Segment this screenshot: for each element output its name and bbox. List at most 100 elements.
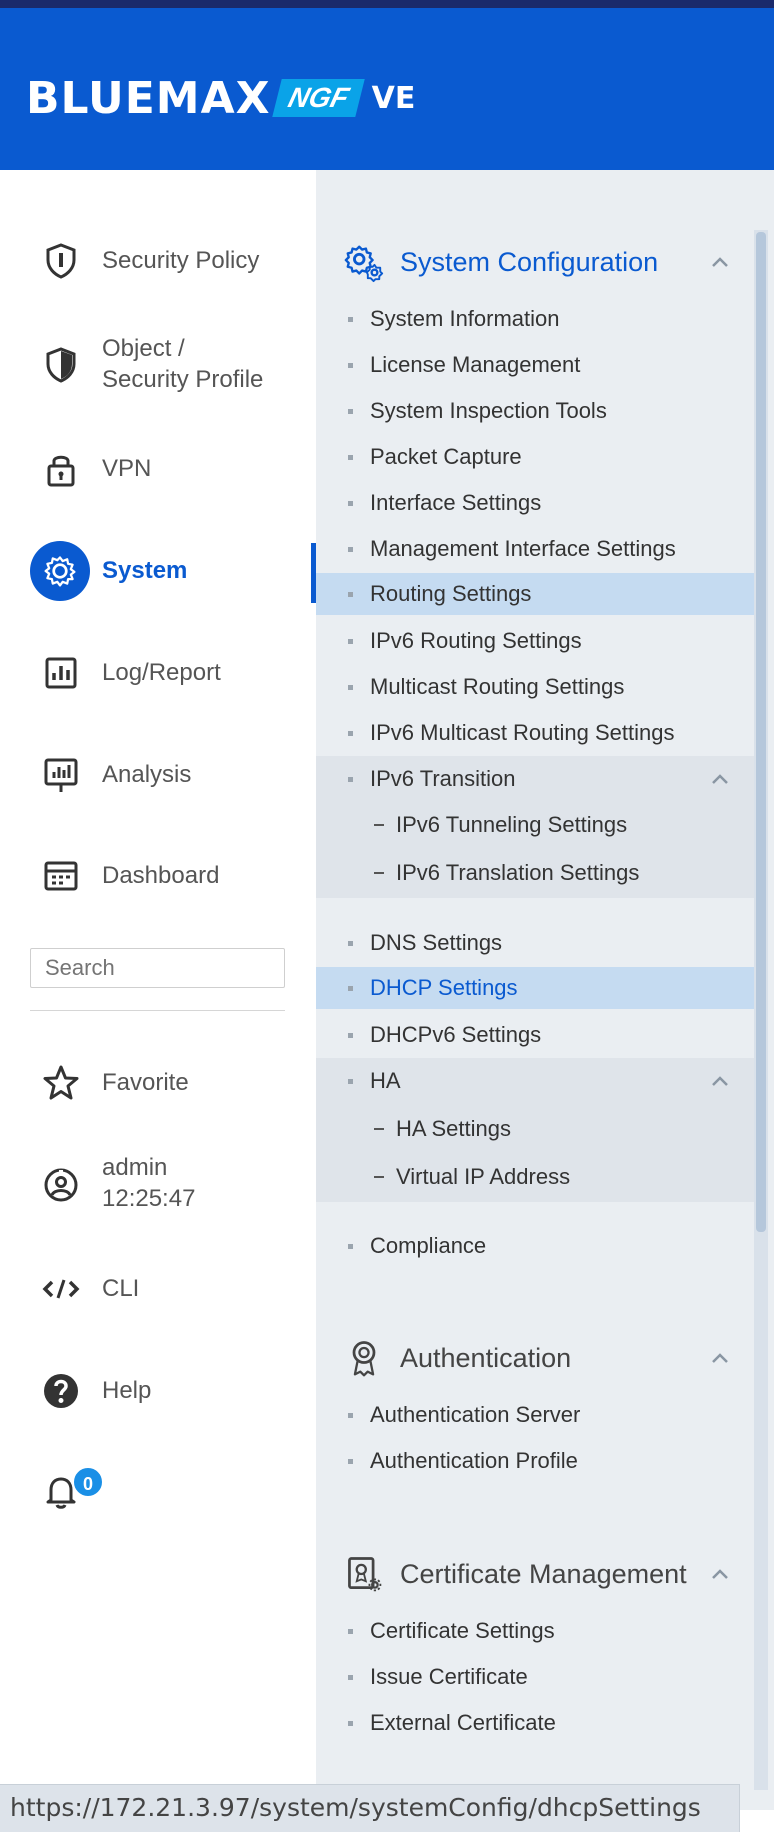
- bullet: [348, 591, 353, 597]
- menu-label: DHCP Settings: [370, 975, 518, 1000]
- menu-label: External Certificate: [370, 1710, 556, 1735]
- menu-authentication-server[interactable]: Authentication Server: [316, 1394, 754, 1436]
- nav-dashboard[interactable]: Dashboard: [0, 851, 316, 901]
- code-icon: [38, 1266, 84, 1312]
- menu-ipv6-multicast-routing-settings[interactable]: IPv6 Multicast Routing Settings: [316, 712, 754, 754]
- app-header: BLUEMAX NGF VE: [0, 8, 774, 170]
- left-nav: Security Policy Object / Security Profil…: [0, 170, 316, 1810]
- menu-label: System Inspection Tools: [370, 398, 607, 423]
- menu-certificate-settings[interactable]: Certificate Settings: [316, 1610, 754, 1652]
- chevron-up-icon[interactable]: [708, 1562, 732, 1586]
- menu-interface-settings[interactable]: Interface Settings: [316, 482, 754, 524]
- section-title-certificate-management: Certificate Management: [400, 1558, 687, 1589]
- nav-favorite[interactable]: Favorite: [0, 1058, 316, 1108]
- lock-icon: [38, 446, 84, 492]
- menu-system-information[interactable]: System Information: [316, 298, 754, 340]
- menu-compliance[interactable]: Compliance: [316, 1225, 754, 1267]
- nav-label-system: System: [102, 557, 188, 584]
- nav-help[interactable]: Help: [0, 1366, 316, 1416]
- nav-label-analysis: Analysis: [102, 761, 192, 788]
- bullet: [348, 1032, 353, 1038]
- nav-label-favorite: Favorite: [102, 1069, 189, 1096]
- bullet: [348, 1628, 353, 1634]
- menu-ipv6-transition[interactable]: IPv6 Transition: [316, 758, 754, 800]
- menu-system-inspection-tools[interactable]: System Inspection Tools: [316, 390, 754, 432]
- nav-user-account[interactable]: admin 12:25:47: [0, 1150, 316, 1220]
- submenu-ha-settings[interactable]: HA Settings: [316, 1106, 754, 1152]
- divider: [30, 1010, 285, 1011]
- nav-log-report[interactable]: Log/Report: [0, 648, 316, 698]
- bullet: [348, 638, 353, 644]
- brand-name: BLUEMAX: [26, 72, 271, 124]
- chevron-up-icon[interactable]: [708, 1346, 732, 1370]
- menu-label: IPv6 Routing Settings: [370, 628, 582, 653]
- nav-vpn[interactable]: VPN: [0, 444, 316, 494]
- menu-packet-capture[interactable]: Packet Capture: [316, 436, 754, 478]
- brand-logo[interactable]: BLUEMAX NGF VE: [26, 68, 415, 128]
- menu-authentication-profile[interactable]: Authentication Profile: [316, 1440, 754, 1482]
- nav-cli[interactable]: CLI: [0, 1264, 316, 1314]
- chevron-up-icon[interactable]: [708, 767, 732, 791]
- star-icon: [38, 1060, 84, 1106]
- help-icon: [38, 1368, 84, 1414]
- menu-ipv6-routing-settings[interactable]: IPv6 Routing Settings: [316, 620, 754, 662]
- menu-label: Certificate Settings: [370, 1618, 555, 1643]
- nav-label-cli: CLI: [102, 1275, 140, 1302]
- menu-label: IPv6 Multicast Routing Settings: [370, 720, 675, 745]
- menu-label: DHCPv6 Settings: [370, 1022, 542, 1047]
- section-authentication[interactable]: Authentication: [316, 1338, 754, 1378]
- menu-routing-settings[interactable]: Routing Settings: [316, 573, 754, 615]
- bullet: [348, 362, 353, 368]
- brand-edition: VE: [371, 80, 416, 116]
- gears-icon: [342, 240, 386, 284]
- dash: [374, 824, 384, 826]
- nav-object-security-profile[interactable]: Object / Security Profile: [0, 330, 316, 400]
- menu-dhcpv6-settings[interactable]: DHCPv6 Settings: [316, 1014, 754, 1056]
- nav-label-dashboard: Dashboard: [102, 862, 220, 889]
- shield-icon: [38, 342, 84, 388]
- nav-label-help: Help: [102, 1377, 152, 1404]
- submenu-panel: System Configuration System Information …: [316, 170, 774, 1810]
- menu-dns-settings[interactable]: DNS Settings: [316, 922, 754, 964]
- menu-management-interface-settings[interactable]: Management Interface Settings: [316, 528, 754, 570]
- bullet: [348, 408, 353, 414]
- dash: [374, 872, 384, 874]
- menu-label: IPv6 Transition: [370, 766, 516, 791]
- menu-label: System Information: [370, 306, 560, 331]
- submenu-ipv6-tunneling-settings[interactable]: IPv6 Tunneling Settings: [316, 802, 754, 848]
- bullet: [348, 940, 353, 946]
- brand-product: NGF: [271, 79, 365, 117]
- bullet: [348, 985, 353, 991]
- nav-label-object: Object /: [102, 335, 185, 362]
- section-certificate-management[interactable]: Certificate Management: [316, 1554, 754, 1594]
- top-strip: [0, 0, 774, 8]
- nav-notifications[interactable]: [0, 1462, 316, 1518]
- submenu-label: Virtual IP Address: [396, 1164, 571, 1189]
- nav-label-security-profile: Security Profile: [102, 366, 264, 393]
- submenu-ipv6-translation-settings[interactable]: IPv6 Translation Settings: [316, 850, 754, 896]
- search-input[interactable]: [30, 948, 285, 988]
- section-system-configuration[interactable]: System Configuration: [316, 240, 754, 284]
- menu-dhcp-settings[interactable]: DHCP Settings: [316, 967, 754, 1009]
- bullet: [348, 546, 353, 552]
- bullet: [348, 1720, 353, 1726]
- menu-label: Authentication Server: [370, 1402, 581, 1427]
- bullet: [348, 454, 353, 460]
- submenu-label: HA Settings: [396, 1116, 511, 1141]
- chevron-up-icon[interactable]: [708, 1069, 732, 1093]
- scrollbar-thumb[interactable]: [756, 232, 766, 1232]
- nav-analysis[interactable]: Analysis: [0, 750, 316, 800]
- nav-system[interactable]: System: [0, 536, 316, 606]
- session-time: 12:25:47: [102, 1185, 196, 1212]
- menu-ha[interactable]: HA: [316, 1060, 754, 1102]
- menu-license-management[interactable]: License Management: [316, 344, 754, 386]
- menu-external-certificate[interactable]: External Certificate: [316, 1702, 754, 1744]
- dash: [374, 1176, 384, 1178]
- group-ha: HA HA Settings Virtual IP Address: [316, 1058, 754, 1202]
- nav-security-policy[interactable]: Security Policy: [0, 236, 316, 286]
- menu-multicast-routing-settings[interactable]: Multicast Routing Settings: [316, 666, 754, 708]
- chevron-up-icon[interactable]: [708, 250, 732, 274]
- nav-label-log-report: Log/Report: [102, 659, 221, 686]
- submenu-virtual-ip-address[interactable]: Virtual IP Address: [316, 1154, 754, 1200]
- menu-issue-certificate[interactable]: Issue Certificate: [316, 1656, 754, 1698]
